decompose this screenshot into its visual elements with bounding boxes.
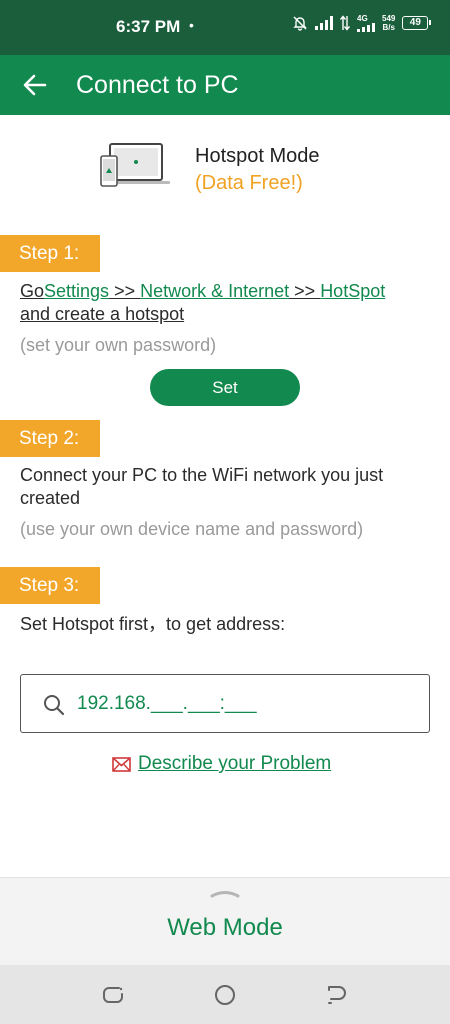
mute-bell-icon	[293, 16, 307, 31]
describe-problem-label: Describe your Problem	[138, 753, 332, 774]
signal-icon-2	[357, 23, 375, 32]
recent-apps-icon[interactable]	[101, 983, 125, 1007]
back-nav-icon[interactable]	[325, 983, 349, 1007]
describe-problem-link[interactable]: Describe your Problem	[112, 753, 331, 775]
home-icon[interactable]	[213, 983, 237, 1007]
settings-link[interactable]: Settings	[44, 281, 109, 301]
arrow-left-icon	[23, 74, 47, 96]
status-dot: •	[189, 17, 194, 33]
pc-phone-icon	[100, 143, 170, 187]
system-nav-bar	[0, 965, 450, 1024]
address-value: 192.168.___.___:___	[77, 693, 257, 714]
mail-icon	[112, 756, 131, 772]
separator: >>	[109, 281, 141, 301]
go-text: Go	[20, 281, 45, 301]
data-transfer-icon	[340, 15, 350, 31]
status-time: 6:37 PM	[116, 17, 181, 36]
hotspot-link[interactable]: HotSpot	[320, 281, 385, 301]
create-hotspot-text: and create a hotspot	[20, 304, 185, 324]
step-1-badge: Step 1:	[0, 235, 100, 272]
web-mode-sheet[interactable]: Web Mode	[0, 877, 450, 965]
network-internet-link[interactable]: Network & Internet	[140, 281, 289, 301]
address-field[interactable]: 192.168.___.___:___	[20, 674, 430, 733]
hotspot-mode-title: Hotspot Mode	[195, 145, 320, 167]
status-icons: 4G 549 B/s 49	[292, 14, 432, 32]
network-type: 4G	[357, 14, 368, 23]
battery-indicator: 49	[402, 16, 432, 30]
page-title: Connect to PC	[76, 71, 239, 99]
network-speed: 549 B/s	[382, 14, 396, 32]
set-button[interactable]: Set	[150, 369, 300, 406]
step-1-instructions: GoSettings >> Network & Internet >> HotS…	[20, 280, 435, 326]
step-2-hint: (use your own device name and password)	[20, 519, 364, 539]
step-3-instructions: Set Hotspot first，to get address:	[20, 614, 286, 634]
step-3-badge: Step 3:	[0, 567, 100, 604]
step-2-badge: Step 2:	[0, 420, 100, 457]
app-bar: Connect to PC	[0, 55, 450, 115]
step-1-hint: (set your own password)	[20, 335, 217, 355]
hotspot-mode-subtitle: (Data Free!)	[195, 172, 303, 194]
signal-icon	[315, 16, 333, 30]
chevron-up-icon	[210, 891, 240, 898]
separator: >>	[289, 281, 321, 301]
status-bar: 6:37 PM • 4G 549 B/s 49	[0, 0, 450, 55]
search-icon	[44, 695, 65, 716]
step-2-instructions: Connect your PC to the WiFi network you …	[20, 465, 384, 508]
web-mode-button[interactable]: Web Mode	[0, 914, 450, 942]
back-button[interactable]	[18, 69, 52, 101]
